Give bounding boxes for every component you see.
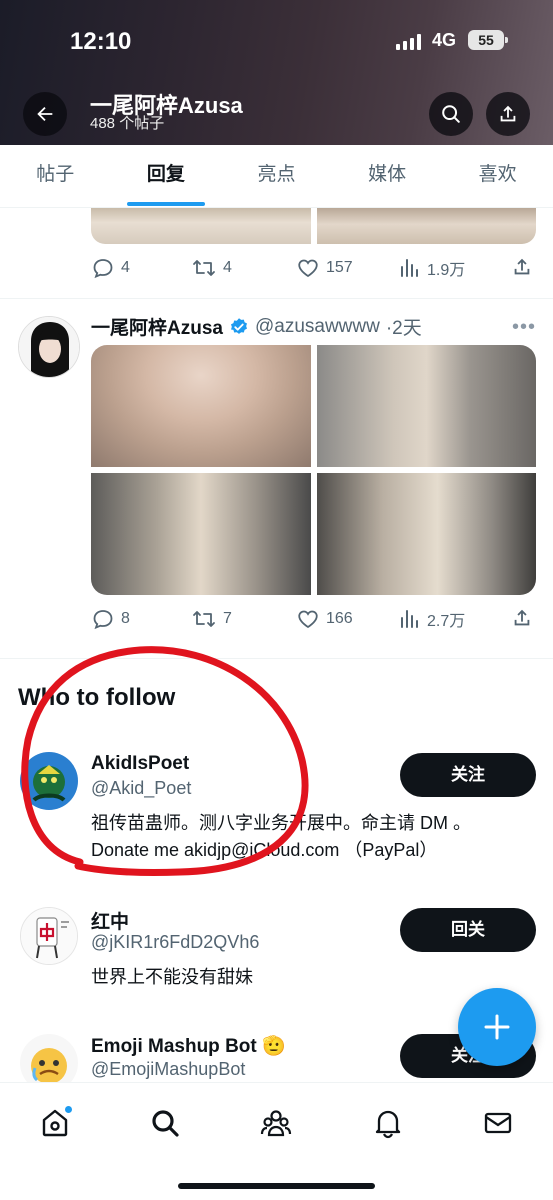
account-bio-line: Donate me akidjp@iCloud.com （PayPal） [91,840,438,860]
tweet-time: ·2天 [385,318,422,339]
heart-icon [298,610,318,629]
like-count: 166 [326,610,353,627]
tab-media[interactable]: 媒体 [332,145,443,207]
avatar[interactable] [18,316,80,378]
share-icon [500,105,516,122]
share-tweet-button[interactable] [511,607,533,629]
reply-button[interactable]: 8 [91,607,130,631]
network-label: 4G [432,30,457,50]
media-image[interactable] [91,208,311,244]
signal-icon [396,34,421,50]
status-bar: 12:10 4G 55 [0,26,553,56]
account-bio-line: 祖传苗蛊师。测八字业务开展中。命主请 DM 。 [91,813,471,833]
tweet-actions: 8 7 166 2.7万 [91,607,536,631]
divider [0,298,553,299]
tab-posts[interactable]: 帖子 [0,145,111,207]
reply-count: 8 [121,610,130,627]
tab-replies[interactable]: 回复 [111,145,222,207]
views-icon [401,610,418,628]
tab-likes[interactable]: 喜欢 [442,145,553,207]
like-button[interactable]: 166 [296,607,353,631]
follow-back-button[interactable]: 回关 [400,908,536,952]
media-image[interactable] [316,473,536,595]
account-bio: 祖传苗蛊师。测八字业务开展中。命主请 DM 。 Donate me akidjp… [91,810,511,864]
author-handle[interactable]: @azusawwww [255,316,380,338]
account-handle[interactable]: @jKIR1r6FdD2QVh6 [91,932,259,953]
previous-tweet-media[interactable] [91,208,536,244]
who-to-follow-title: Who to follow [18,684,176,711]
compose-button[interactable] [458,988,536,1066]
profile-header: 12:10 4G 55 一尾阿梓Azusa 488 个帖子 [0,0,553,145]
reply-count: 4 [121,259,130,276]
status-time: 12:10 [70,28,132,55]
more-options-icon[interactable]: ••• [512,316,536,339]
follow-button[interactable]: 关注 [400,753,536,797]
nav-messages[interactable] [478,1103,518,1143]
bottom-navigation [0,1082,553,1200]
reply-button[interactable]: 4 [91,256,130,280]
account-name[interactable]: Emoji Mashup Bot 🫡 [91,1034,286,1058]
battery-icon: 55 [468,30,508,50]
share-icon [514,258,530,275]
reply-icon [93,610,113,630]
media-image[interactable] [316,345,536,467]
tweet-header: 一尾阿梓Azusa @azusawwww ·2天 [91,313,422,340]
account-handle[interactable]: @EmojiMashupBot [91,1059,245,1080]
avatar[interactable] [20,907,78,965]
retweet-count: 7 [223,610,232,627]
retweet-button[interactable]: 7 [191,607,232,631]
nav-notifications[interactable] [368,1103,408,1143]
account-bio-line: 世界上不能没有甜妹 [91,967,253,987]
arrow-left-icon [37,106,53,122]
nav-home[interactable] [35,1103,75,1143]
avatar[interactable] [20,752,78,810]
like-count: 157 [326,259,353,276]
nav-search[interactable] [145,1103,185,1143]
verified-badge-icon [230,317,247,334]
tab-highlights[interactable]: 亮点 [221,145,332,207]
home-indicator [178,1183,375,1189]
views-button[interactable]: 1.9万 [399,256,465,280]
views-icon [401,259,418,277]
retweet-count: 4 [223,259,232,276]
views-count: 2.7万 [427,613,466,630]
account-bio: 世界上不能没有甜妹 [91,964,511,991]
views-button[interactable]: 2.7万 [399,607,465,631]
share-button[interactable] [486,92,530,136]
nav-communities[interactable] [256,1103,296,1143]
retweet-button[interactable]: 4 [191,256,232,280]
notification-dot [64,1105,73,1114]
previous-tweet-actions: 4 4 157 1.9万 [91,256,536,280]
retweet-icon [193,260,215,276]
search-icon [152,1110,179,1137]
divider [0,658,553,659]
plus-icon [484,1014,510,1040]
media-image[interactable] [316,208,536,244]
account-name[interactable]: 红中 [91,907,129,934]
reply-icon [93,259,113,279]
profile-tabs: 帖子 回复 亮点 媒体 喜欢 [0,145,553,208]
retweet-icon [193,611,215,627]
account-name[interactable]: AkidIsPoet [91,753,189,775]
account-handle[interactable]: @Akid_Poet [91,778,191,799]
back-button[interactable] [23,92,67,136]
search-button[interactable] [429,92,473,136]
media-image[interactable] [91,345,311,467]
share-tweet-button[interactable] [511,256,533,278]
media-image[interactable] [91,473,311,595]
messages-icon [484,1112,512,1134]
author-name[interactable]: 一尾阿梓Azusa [91,313,223,340]
post-count: 488 个帖子 [90,115,165,132]
search-icon [442,105,460,123]
notifications-icon [375,1110,401,1139]
tweet-media-grid [91,345,536,595]
share-icon [514,609,530,626]
communities-icon [260,1110,292,1137]
like-button[interactable]: 157 [296,256,353,280]
views-count: 1.9万 [427,262,466,279]
heart-icon [298,259,318,278]
